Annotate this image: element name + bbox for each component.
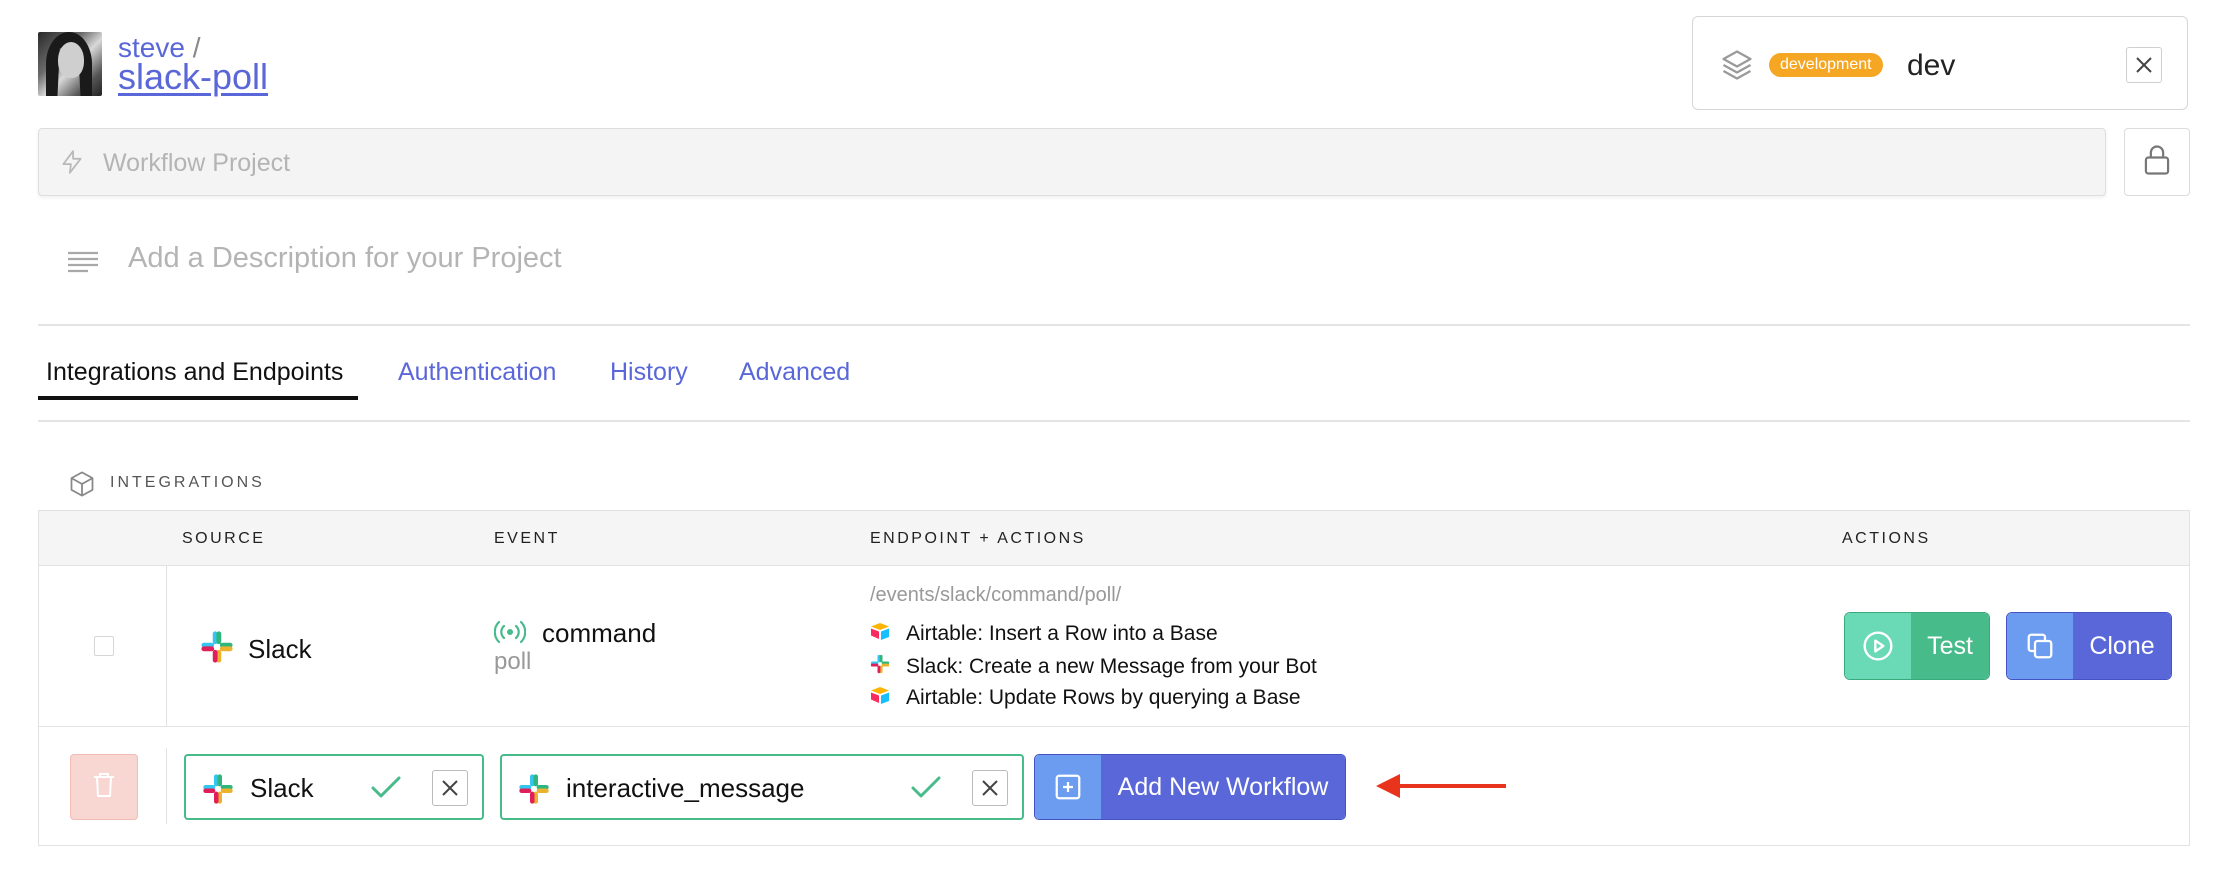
arrow-annotation-icon — [1376, 772, 1508, 805]
active-tab-indicator — [38, 396, 358, 400]
tab-advanced[interactable]: Advanced — [739, 358, 850, 387]
clone-button[interactable]: Clone — [2006, 612, 2172, 680]
user-avatar[interactable] — [38, 32, 102, 96]
column-header-endpoint: ENDPOINT + ACTIONS — [870, 530, 1086, 547]
slack-icon — [200, 630, 234, 669]
plus-square-icon — [1035, 755, 1101, 819]
broadcast-icon — [493, 618, 527, 651]
divider — [38, 420, 2190, 422]
action-item: Slack: Create a new Message from your Bo… — [870, 654, 1317, 680]
layers-icon — [1719, 47, 1755, 88]
event-subcommand: poll — [494, 648, 532, 675]
check-icon — [370, 775, 402, 806]
cube-icon — [68, 470, 96, 503]
endpoint-path[interactable]: /events/slack/command/poll/ — [870, 584, 1121, 607]
environment-name: dev — [1907, 49, 1956, 82]
text-lines-icon — [66, 250, 100, 279]
airtable-icon — [870, 622, 890, 646]
event-select-value: interactive_message — [566, 773, 805, 803]
source-name: Slack — [248, 634, 312, 664]
lock-button[interactable] — [2124, 128, 2190, 196]
slack-icon — [518, 773, 550, 810]
project-description[interactable]: Add a Description for your Project — [66, 240, 1866, 280]
test-button[interactable]: Test — [1844, 612, 1990, 680]
check-icon — [910, 775, 942, 806]
bolt-icon — [59, 149, 85, 180]
airtable-icon — [870, 686, 890, 710]
slack-icon — [202, 773, 234, 810]
action-label: Airtable: Insert a Row into a Base — [906, 622, 1218, 645]
source-select-value: Slack — [250, 773, 314, 803]
divider — [38, 324, 2190, 326]
project-title[interactable]: slack-poll — [118, 56, 268, 98]
delete-button[interactable] — [70, 754, 138, 820]
column-header-event: EVENT — [494, 530, 560, 547]
environment-badge: development — [1769, 53, 1883, 77]
action-item: Airtable: Update Rows by querying a Base — [870, 686, 1301, 710]
slack-icon — [870, 654, 890, 680]
test-button-label: Test — [1911, 613, 1989, 679]
add-new-workflow-button[interactable]: Add New Workflow — [1034, 754, 1346, 820]
clear-icon[interactable] — [432, 770, 468, 806]
close-icon[interactable] — [2126, 47, 2162, 83]
action-item: Airtable: Insert a Row into a Base — [870, 622, 1218, 646]
section-title: INTEGRATIONS — [110, 474, 265, 491]
add-new-workflow-label: Add New Workflow — [1101, 755, 1345, 819]
tab-authentication[interactable]: Authentication — [398, 358, 556, 387]
clone-button-label: Clone — [2073, 613, 2171, 679]
source-select[interactable]: Slack — [184, 754, 484, 820]
project-name-field[interactable] — [38, 128, 2106, 196]
clear-icon[interactable] — [972, 770, 1008, 806]
column-divider — [166, 748, 167, 824]
tab-history[interactable]: History — [610, 358, 688, 387]
row-checkbox[interactable] — [94, 636, 114, 656]
trash-icon — [92, 771, 116, 804]
action-label: Slack: Create a new Message from your Bo… — [906, 655, 1317, 678]
project-input[interactable] — [103, 143, 2083, 183]
description-placeholder[interactable]: Add a Description for your Project — [128, 242, 562, 275]
action-label: Airtable: Update Rows by querying a Base — [906, 686, 1301, 709]
event-name: command — [542, 618, 657, 648]
row-divider — [39, 726, 2189, 727]
play-icon — [1845, 613, 1911, 679]
environment-selector[interactable]: development dev — [1692, 16, 2188, 110]
tab-integrations[interactable]: Integrations and Endpoints — [46, 358, 343, 387]
event-select[interactable]: interactive_message — [500, 754, 1024, 820]
column-divider — [166, 566, 167, 726]
copy-icon — [2007, 613, 2073, 679]
column-header-actions: ACTIONS — [1842, 530, 1931, 547]
column-header-source: SOURCE — [182, 530, 266, 547]
lock-icon — [2142, 144, 2172, 181]
